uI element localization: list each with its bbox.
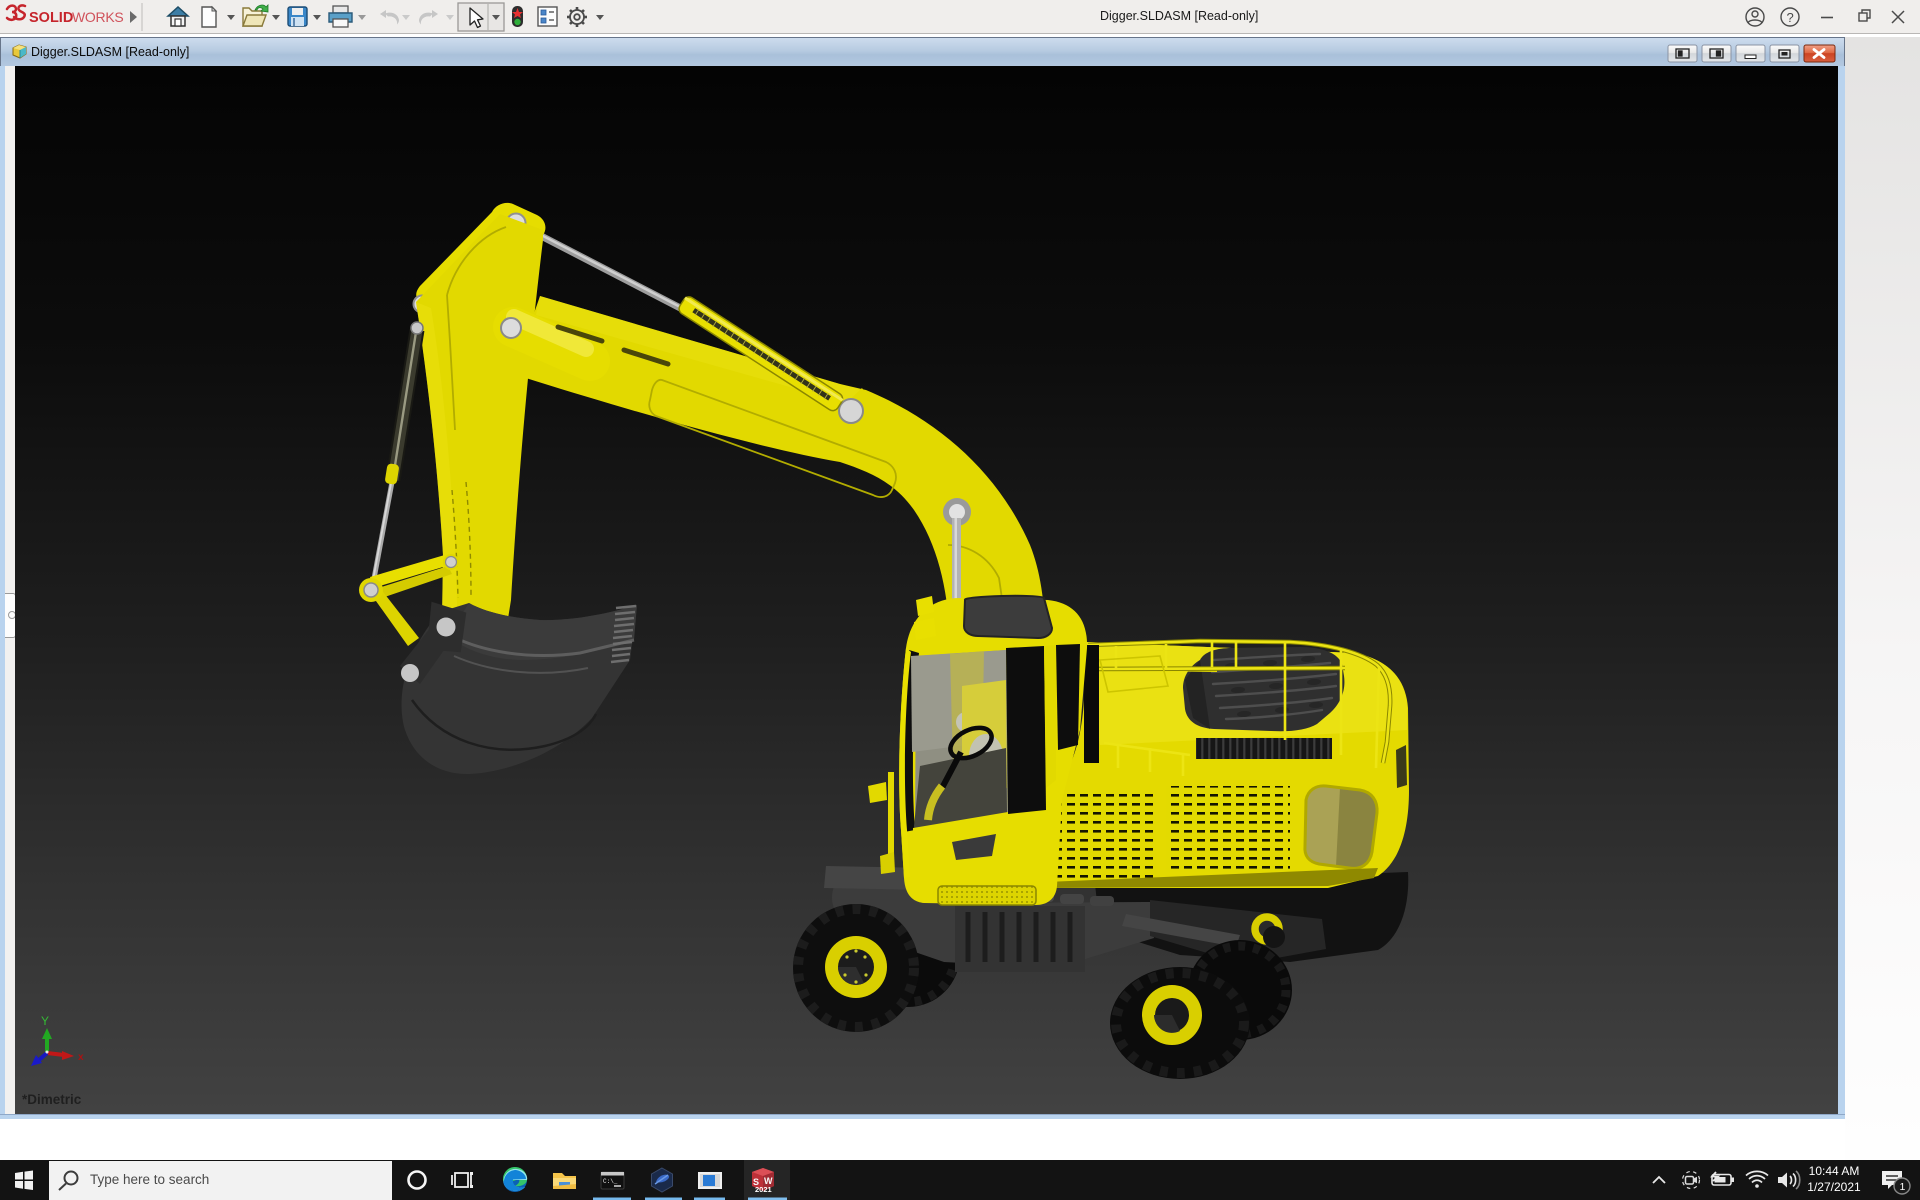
svg-text:WORKS: WORKS	[72, 9, 123, 25]
svg-text:C:\_: C:\_	[603, 1178, 618, 1185]
svg-text:1: 1	[1900, 1181, 1906, 1193]
svg-text:SOLID: SOLID	[29, 10, 73, 26]
svg-text:?: ?	[1787, 10, 1794, 25]
svg-text:Y: Y	[41, 1014, 49, 1028]
svg-text:x: x	[78, 1052, 84, 1063]
